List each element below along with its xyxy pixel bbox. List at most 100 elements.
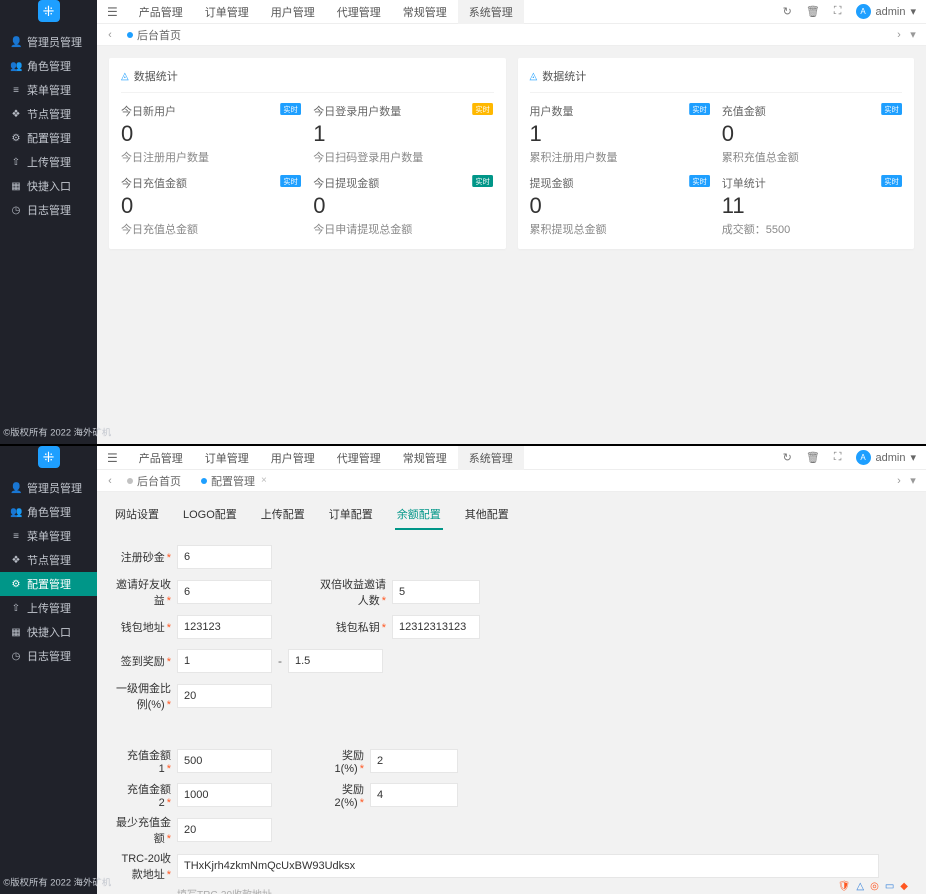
- nav-item[interactable]: 系统管理: [458, 0, 524, 24]
- input-min-recharge[interactable]: [177, 818, 272, 842]
- sidebar-item[interactable]: ◷日志管理: [0, 198, 97, 222]
- menu-label: 角色管理: [27, 58, 71, 74]
- input-wallet-key[interactable]: [392, 615, 480, 639]
- input-trc20-addr[interactable]: [177, 854, 879, 878]
- subtab[interactable]: 网站设置: [113, 500, 161, 530]
- stat-badge: 实时: [689, 103, 710, 115]
- input-reward2[interactable]: [370, 783, 458, 807]
- menu-label: 菜单管理: [27, 528, 71, 544]
- chevron-down-icon: ▾: [910, 451, 916, 464]
- sidebar-item[interactable]: 👤管理员管理: [0, 30, 97, 54]
- menu-label: 节点管理: [27, 106, 71, 122]
- subtab[interactable]: 上传配置: [259, 500, 307, 530]
- sidebar-item[interactable]: ▦快捷入口: [0, 174, 97, 198]
- input-sign-reward-from[interactable]: [177, 649, 272, 673]
- stat-value: 0: [121, 193, 301, 219]
- sidebar-item[interactable]: ❖节点管理: [0, 102, 97, 126]
- sidebar-item[interactable]: ◷ 日志管理: [0, 644, 97, 668]
- sidebar-item[interactable]: ❖节点管理: [0, 548, 97, 572]
- nav-item[interactable]: 常规管理: [392, 0, 458, 24]
- menu-toggle-icon[interactable]: ☰: [97, 451, 128, 465]
- nav-item[interactable]: 产品管理: [128, 446, 194, 470]
- refresh-icon[interactable]: ↻: [783, 5, 792, 18]
- menu-label: 角色管理: [27, 504, 71, 520]
- chart-icon: ◬: [121, 71, 129, 82]
- subtab[interactable]: 余额配置: [395, 500, 443, 530]
- menu-icon: ❖: [10, 555, 22, 566]
- stat-value: 0: [313, 193, 493, 219]
- nav-item[interactable]: 用户管理: [260, 0, 326, 24]
- stat-badge: 实时: [689, 175, 710, 187]
- sidebar-item[interactable]: ⚙配置管理: [0, 126, 97, 150]
- stat-badge: 实时: [881, 175, 902, 187]
- tab-next-icon[interactable]: ›: [892, 475, 906, 487]
- user-menu[interactable]: A admin ▾: [856, 450, 917, 465]
- stat-value: 0: [121, 121, 301, 147]
- card-title: 数据统计: [134, 68, 178, 84]
- menu-icon: ◷: [10, 651, 22, 662]
- user-menu[interactable]: A admin ▾: [856, 4, 917, 19]
- input-recharge1[interactable]: [177, 749, 272, 773]
- nav-item[interactable]: 产品管理: [128, 0, 194, 24]
- tab-prev-icon[interactable]: ‹: [103, 29, 117, 41]
- stat-block: 订单统计 11 成交额：5500 实时: [722, 175, 902, 237]
- sidebar-item[interactable]: ≡ 菜单管理: [0, 524, 97, 548]
- stat-block: 今日登录用户数量 1 今日扫码登录用户数量 实时: [313, 103, 493, 165]
- nav-item[interactable]: 系统管理: [458, 446, 524, 470]
- nav-item[interactable]: 订单管理: [194, 0, 260, 24]
- input-invite-income[interactable]: [177, 580, 272, 604]
- tab-next-icon[interactable]: ›: [892, 29, 906, 41]
- sidebar-item[interactable]: 👥角色管理: [0, 500, 97, 524]
- refresh-icon[interactable]: ↻: [783, 451, 792, 464]
- stat-block: 今日新用户 0 今日注册用户数量 实时: [121, 103, 301, 165]
- label-double-invite: 双倍收益邀请人数*: [320, 576, 392, 608]
- header: ☰ 产品管理订单管理用户管理代理管理常规管理系统管理 ↻ 🗑 ⛶ A admin…: [97, 0, 926, 24]
- input-reg-bonus[interactable]: [177, 545, 272, 569]
- sidebar-item[interactable]: ⇧上传管理: [0, 150, 97, 174]
- input-recharge2[interactable]: [177, 783, 272, 807]
- chevron-down-icon: ▾: [910, 5, 916, 18]
- nav-item[interactable]: 代理管理: [326, 446, 392, 470]
- sidebar-item[interactable]: ≡菜单管理: [0, 78, 97, 102]
- sidebar-item[interactable]: ⇧上传管理: [0, 596, 97, 620]
- tab-label: 配置管理: [211, 473, 255, 489]
- sidebar-item[interactable]: 👥角色管理: [0, 54, 97, 78]
- trash-icon[interactable]: 🗑: [806, 5, 820, 18]
- logo: ⁜: [0, 0, 97, 22]
- tab-menu-icon[interactable]: ▾: [906, 474, 920, 487]
- tab[interactable]: 配置管理 ×: [191, 470, 277, 492]
- subtab[interactable]: LOGO配置: [181, 500, 239, 530]
- subtab[interactable]: 订单配置: [327, 500, 375, 530]
- fullscreen-icon[interactable]: ⛶: [834, 451, 842, 464]
- stat-label: 用户数量: [530, 103, 710, 119]
- nav-item[interactable]: 代理管理: [326, 0, 392, 24]
- input-wallet-addr[interactable]: [177, 615, 272, 639]
- menu-label: 菜单管理: [27, 82, 71, 98]
- menu-label: 上传管理: [27, 600, 71, 616]
- tab-menu-icon[interactable]: ▾: [906, 28, 920, 41]
- menu-icon: ≡: [10, 531, 22, 542]
- stats-card-total: ◬数据统计 用户数量 1 累积注册用户数量 实时充值金额 0 累积充值总金额 实…: [518, 58, 915, 249]
- tab[interactable]: 后台首页: [117, 470, 191, 492]
- fullscreen-icon[interactable]: ⛶: [834, 5, 842, 18]
- input-reward1[interactable]: [370, 749, 458, 773]
- input-double-invite[interactable]: [392, 580, 480, 604]
- input-sign-reward-to[interactable]: [288, 649, 383, 673]
- tab-prev-icon[interactable]: ‹: [103, 475, 117, 487]
- tab-dot-icon: [201, 478, 207, 484]
- input-level1-ratio[interactable]: [177, 684, 272, 708]
- trash-icon[interactable]: 🗑: [806, 451, 820, 464]
- nav-item[interactable]: 用户管理: [260, 446, 326, 470]
- menu-label: 日志管理: [27, 648, 71, 664]
- menu-toggle-icon[interactable]: ☰: [97, 5, 128, 19]
- stat-badge: 实时: [473, 175, 494, 187]
- sidebar-item[interactable]: ▦快捷入口: [0, 620, 97, 644]
- sidebar-item[interactable]: 👤管理员管理: [0, 476, 97, 500]
- sidebar-item[interactable]: ⚙配置管理: [0, 572, 97, 596]
- nav-item[interactable]: 常规管理: [392, 446, 458, 470]
- tab[interactable]: 后台首页: [117, 24, 191, 46]
- nav-item[interactable]: 订单管理: [194, 446, 260, 470]
- subtab[interactable]: 其他配置: [463, 500, 511, 530]
- close-icon[interactable]: ×: [261, 475, 267, 486]
- stat-badge: 实时: [280, 175, 301, 187]
